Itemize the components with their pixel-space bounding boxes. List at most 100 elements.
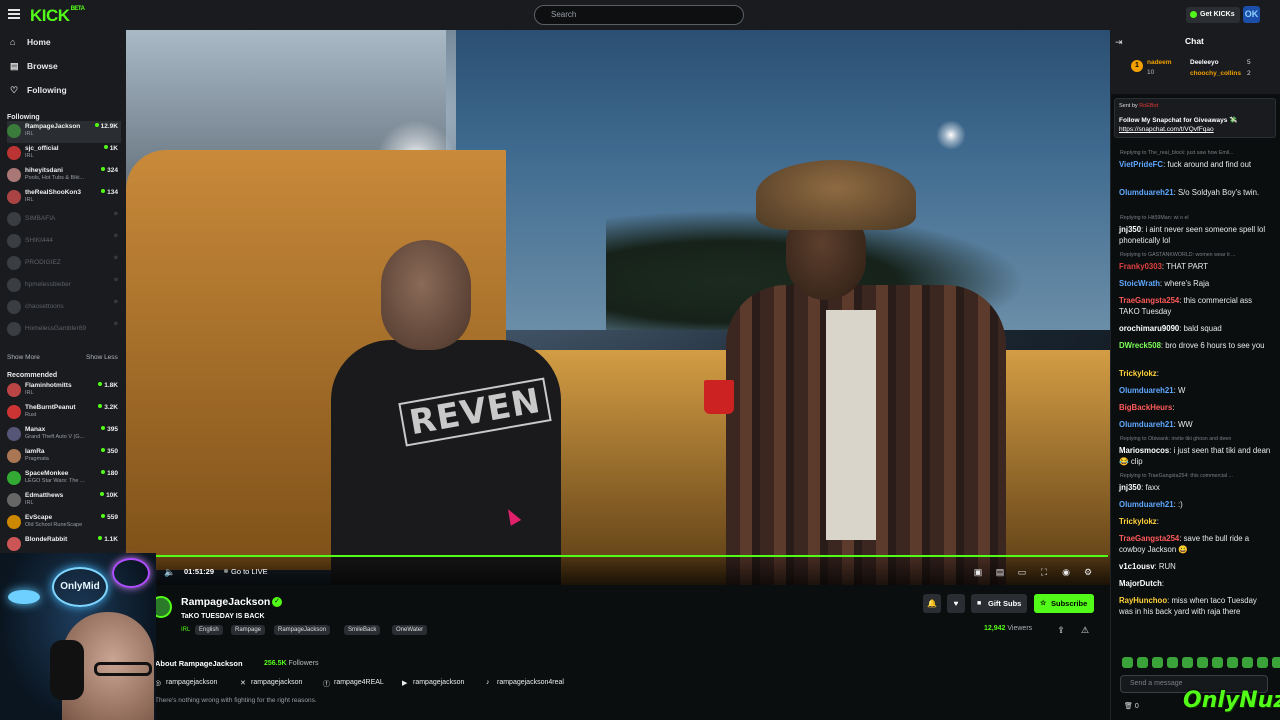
chat-username[interactable]: BigBackHeurs xyxy=(1119,403,1172,412)
pinned-link[interactable]: https://snapchat.com/t/VQvfFqao xyxy=(1119,126,1214,133)
reply-context[interactable]: Replying to Hit59Man: wi o el xyxy=(1120,215,1270,221)
chat-message: BigBackHeurs: xyxy=(1119,402,1271,413)
player-controls xyxy=(126,555,1110,585)
chat-username[interactable]: Olumduareh21 xyxy=(1119,188,1174,197)
share-icon[interactable]: ⇪ xyxy=(1056,625,1066,635)
leaderboard-user[interactable]: nadeem xyxy=(1147,59,1172,66)
heart-icon: ♡ xyxy=(10,85,19,95)
settings-icon[interactable]: ⚙ xyxy=(1083,567,1093,577)
sidebar-channel-offline[interactable]: chaosettoons ⊘ xyxy=(7,297,121,319)
menu-icon[interactable] xyxy=(8,9,20,19)
social-link[interactable]: ▶ rampagejackson xyxy=(402,679,464,687)
sidebar-channel-offline[interactable]: hpmelessbieber ⊘ xyxy=(7,275,121,297)
go-to-live-button[interactable]: Go to LIVE xyxy=(224,567,268,576)
chat-username[interactable]: Trickylokz xyxy=(1119,517,1157,526)
progress-bar[interactable] xyxy=(156,555,1108,557)
social-link[interactable]: ⓕ rampage4REAL xyxy=(323,679,384,688)
nav-following[interactable]: ♡ Following xyxy=(10,82,67,98)
chat-username[interactable]: TraeGangsta254 xyxy=(1119,296,1179,305)
social-link[interactable]: ◎ rampagejackson xyxy=(155,679,217,687)
sidebar-channel[interactable]: Manax Grand Theft Auto V (G... 395 xyxy=(7,424,121,446)
channel-avatar xyxy=(7,383,21,397)
chat-username[interactable]: Olumduareh21 xyxy=(1119,500,1174,509)
collapse-chat-icon[interactable]: ⇥ xyxy=(1115,37,1123,48)
pip-icon[interactable]: ◉ xyxy=(1061,567,1071,577)
tag[interactable]: OneWater xyxy=(392,625,428,635)
clip-icon[interactable]: ▤ xyxy=(995,567,1005,577)
video-player[interactable]: REVEN xyxy=(126,30,1110,585)
miniplayer-icon[interactable]: ▭ xyxy=(1017,567,1027,577)
reply-context[interactable]: Replying to Obiwank: invite tiki ghosn a… xyxy=(1120,436,1270,442)
get-kicks-button[interactable]: Get KICKs xyxy=(1186,7,1240,23)
show-less-button[interactable]: Show Less xyxy=(86,354,118,361)
verified-icon: ✓ xyxy=(272,597,282,607)
sidebar-channel-offline[interactable]: SHIKI444 ⊘ xyxy=(7,231,121,253)
emote-bar[interactable] xyxy=(1122,657,1280,669)
reply-context[interactable]: Replying to GASTANKWORLD: women wear it … xyxy=(1120,252,1270,258)
sidebar-channel[interactable]: IamRa Pragmata 350 xyxy=(7,446,121,468)
channel-name: sjc_official xyxy=(25,145,59,152)
sidebar-channel-offline[interactable]: PRODIGIEZ ⊘ xyxy=(7,253,121,275)
category-tag[interactable]: IRL xyxy=(181,625,190,635)
chat-username[interactable]: TraeGangsta254 xyxy=(1119,534,1179,543)
sidebar-channel[interactable]: hiheyitsdani Pools, Hot Tubs & Biki... 324 xyxy=(7,165,121,187)
gift-subs-button[interactable]: Gift Subs xyxy=(971,594,1028,613)
chat-text: :) xyxy=(1177,500,1183,509)
chat-username[interactable]: Olumduareh21 xyxy=(1119,386,1174,395)
fullscreen-icon[interactable]: ⛶ xyxy=(1039,567,1049,577)
chat-message: orochimaru9090: bald squad xyxy=(1119,323,1271,334)
streamer-name[interactable]: RampageJackson xyxy=(181,596,270,608)
reply-context[interactable]: Replying to The_real_block: just saw how… xyxy=(1120,150,1270,156)
chat-username[interactable]: DWreck508 xyxy=(1119,341,1161,350)
social-link[interactable]: ♪ rampagejackson4real xyxy=(486,679,564,686)
chat-username[interactable]: StoicWrath xyxy=(1119,279,1160,288)
sidebar-channel[interactable]: EvScape Old School RuneScape 559 xyxy=(7,512,121,534)
tag[interactable]: SmileBack xyxy=(344,625,381,635)
tag[interactable]: English xyxy=(195,625,223,635)
chat-username[interactable]: MajorDutch xyxy=(1119,579,1162,588)
sidebar-channel[interactable]: Edmatthews IRL 10K xyxy=(7,490,121,512)
chat-username[interactable]: Franky0303 xyxy=(1119,262,1162,271)
leaderboard-user[interactable]: Deeleeyo xyxy=(1190,59,1219,66)
follow-heart-button[interactable]: ♥ xyxy=(947,594,965,613)
nav-home[interactable]: ⌂ Home xyxy=(10,34,51,50)
chat-username[interactable]: orochimaru9090 xyxy=(1119,324,1179,333)
channel-name: Flaminhotmitts xyxy=(25,382,72,389)
report-icon[interactable]: ⚠ xyxy=(1080,625,1090,635)
tag[interactable]: RampageJackson xyxy=(274,625,331,635)
channel-avatar xyxy=(7,427,21,441)
social-link[interactable]: ✕ rampagejackson xyxy=(240,679,302,687)
chat-username[interactable]: v1c1ousv xyxy=(1119,562,1155,571)
notification-bell-button[interactable]: 🔔 xyxy=(923,594,941,613)
sidebar-channel[interactable]: theRealShooKon3 IRL 134 xyxy=(7,187,121,209)
reply-context[interactable]: Replying to TraeGangsta254: this commerc… xyxy=(1120,473,1270,479)
channel-category: Old School RuneScape xyxy=(25,522,83,528)
channel-avatar xyxy=(7,124,21,138)
channel-name: Edmatthews xyxy=(25,492,64,499)
show-more-button[interactable]: Show More xyxy=(7,354,40,361)
chat-username[interactable]: jnj350 xyxy=(1119,483,1141,492)
sidebar-channel[interactable]: TheBurntPeanut Rust 3.2K xyxy=(7,402,121,424)
chat-username[interactable]: Olumduareh21 xyxy=(1119,420,1174,429)
kick-logo[interactable]: KICKBETA xyxy=(30,6,85,26)
sidebar-channel[interactable]: sjc_official IRL 1K xyxy=(7,143,121,165)
tag[interactable]: Rampage xyxy=(231,625,266,635)
chat-username[interactable]: RayHunchoo xyxy=(1119,596,1167,605)
chat-username[interactable]: VietPrideFC xyxy=(1119,160,1163,169)
sidebar-channel[interactable]: SpaceMonkee LEGO Star Wars: The ... 180 xyxy=(7,468,121,490)
chat-username[interactable]: Mariosmocos xyxy=(1119,446,1169,455)
chat-username[interactable]: Trickylokz xyxy=(1119,369,1157,378)
sidebar-channel[interactable]: Flaminhotmitts IRL 1.8K xyxy=(7,380,121,402)
subscribe-button[interactable]: Subscribe xyxy=(1034,594,1095,613)
sidebar-channel-offline[interactable]: HomelessGambler89 ⊘ xyxy=(7,319,121,341)
sidebar-channel[interactable]: RampageJackson IRL 12.9K xyxy=(7,121,121,143)
theater-mode-icon[interactable]: ▣ xyxy=(973,567,983,577)
chat-username[interactable]: jnj350 xyxy=(1119,225,1141,234)
leaderboard-user[interactable]: choochy_collins xyxy=(1190,70,1241,77)
search-input[interactable]: Search xyxy=(534,5,744,25)
sidebar-channel-offline[interactable]: SIMBAFIA ⊘ xyxy=(7,209,121,231)
chat-message: jnj350: i aint never seen someone spell … xyxy=(1119,224,1271,246)
volume-icon[interactable]: 🔈 xyxy=(164,567,175,577)
user-avatar[interactable]: OK xyxy=(1243,6,1260,23)
nav-browse[interactable]: ▤ Browse xyxy=(10,58,58,74)
